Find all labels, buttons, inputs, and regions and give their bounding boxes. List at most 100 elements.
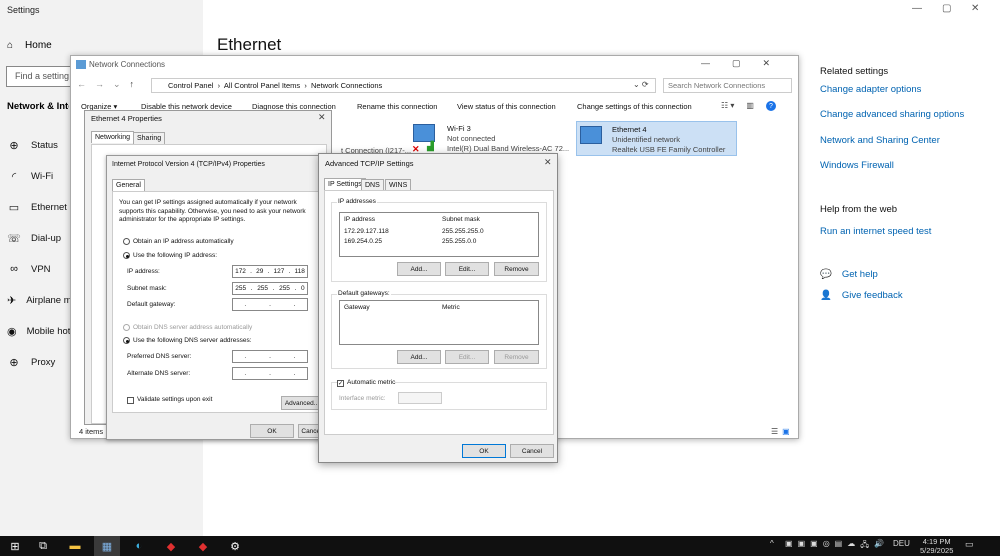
- nav-item-airplane[interactable]: ✈Airplane mode: [7, 294, 77, 307]
- clock[interactable]: 4:19 PM 5/29/2025: [920, 537, 953, 555]
- minimize-button[interactable]: —: [912, 3, 922, 14]
- nav-item-status[interactable]: ⊕ Status: [7, 139, 77, 152]
- link-change-adapter-options[interactable]: Change adapter options: [820, 84, 921, 95]
- change-settings-button[interactable]: Change settings of this connection: [577, 102, 692, 111]
- automatic-metric-checkbox[interactable]: ✓ Automatic metric: [337, 379, 396, 388]
- start-button[interactable]: ⊞: [2, 536, 28, 556]
- ip-edit-button[interactable]: Edit...: [445, 262, 489, 276]
- get-help-link[interactable]: 💬 Get help: [820, 269, 878, 280]
- preview-pane-icon[interactable]: ▥: [746, 101, 754, 111]
- back-arrow-icon[interactable]: ←: [77, 79, 86, 90]
- address-bar[interactable]: Control Panel › All Control Panel Items …: [151, 78, 656, 93]
- connection-item-ethernet4[interactable]: Ethernet 4 Unidentified network Realtek …: [576, 121, 737, 156]
- breadcrumb-control-panel[interactable]: Control Panel: [168, 81, 213, 90]
- tab-sharing[interactable]: Sharing: [133, 132, 166, 144]
- ip-address-field[interactable]: 172. 29. 127. 118: [232, 265, 308, 278]
- view-options-icon[interactable]: ☷ ▾: [721, 101, 734, 111]
- close-button[interactable]: ✕: [763, 58, 771, 69]
- nav-item-vpn[interactable]: ∞ VPN: [7, 263, 77, 275]
- radio-obtain-ip-auto[interactable]: Obtain an IP address automatically: [123, 238, 234, 247]
- tray-app-icon[interactable]: ▣: [810, 539, 818, 553]
- tab-networking[interactable]: Networking: [91, 131, 135, 143]
- tray-app-icon[interactable]: ◎: [823, 539, 830, 553]
- nav-item-proxy[interactable]: ⊕ Proxy: [7, 356, 77, 369]
- remote-app-icon[interactable]: ◆: [158, 536, 184, 556]
- rename-button[interactable]: Rename this connection: [357, 102, 437, 111]
- radio-dns-auto[interactable]: Obtain DNS server address automatically: [123, 324, 252, 333]
- language-indicator[interactable]: DEU: [893, 539, 910, 548]
- ip-row-1-mask[interactable]: 255.255.255.0: [442, 228, 484, 237]
- maximize-button[interactable]: ▢: [942, 3, 951, 14]
- gateway-list[interactable]: Gateway Metric: [339, 300, 539, 345]
- file-explorer-icon[interactable]: ▬: [62, 536, 88, 556]
- link-network-sharing-center[interactable]: Network and Sharing Center: [820, 135, 940, 146]
- checkbox[interactable]: [127, 396, 134, 404]
- close-button[interactable]: ✕: [544, 157, 552, 168]
- ip-add-button[interactable]: Add...: [397, 262, 441, 276]
- network-tray-icon[interactable]: 🖧: [860, 539, 869, 553]
- settings-gear-icon[interactable]: ⚙: [222, 536, 248, 556]
- tab-ip-settings[interactable]: IP Settings: [324, 178, 366, 190]
- link-advanced-sharing[interactable]: Change advanced sharing options: [820, 109, 964, 120]
- cancel-button[interactable]: Cancel: [510, 444, 554, 458]
- ip-address-list[interactable]: IP address Subnet mask 172.29.127.118 25…: [339, 212, 539, 257]
- search-input[interactable]: Search Network Connections: [663, 78, 792, 93]
- remote-app-2-icon[interactable]: ◆: [190, 536, 216, 556]
- details-view-icon[interactable]: ☰: [771, 427, 778, 436]
- nav-item-dialup[interactable]: ☏ Dial-up: [7, 232, 77, 245]
- tab-general[interactable]: General: [112, 179, 145, 191]
- interface-metric-field[interactable]: [398, 392, 442, 404]
- gateway-remove-button[interactable]: Remove: [494, 350, 539, 364]
- gateway-add-button[interactable]: Add...: [397, 350, 441, 364]
- help-icon[interactable]: ?: [765, 101, 776, 111]
- forward-arrow-icon[interactable]: →: [95, 79, 104, 90]
- ip-row-2-mask[interactable]: 255.255.0.0: [442, 238, 476, 247]
- alternate-dns-field[interactable]: ...: [232, 367, 308, 380]
- ip-remove-button[interactable]: Remove: [494, 262, 539, 276]
- view-status-button[interactable]: View status of this connection: [457, 102, 556, 111]
- ok-button[interactable]: OK: [250, 424, 294, 438]
- radio-button[interactable]: [123, 337, 130, 344]
- radio-button[interactable]: [123, 324, 130, 331]
- large-icons-view-icon[interactable]: ▣: [782, 427, 790, 436]
- breadcrumb-network-connections[interactable]: Network Connections: [311, 81, 382, 90]
- ok-button[interactable]: OK: [462, 444, 506, 458]
- close-button[interactable]: ✕: [318, 112, 326, 123]
- link-speed-test[interactable]: Run an internet speed test: [820, 226, 931, 237]
- refresh-icon[interactable]: ⌄ ⟳: [633, 80, 649, 89]
- tray-app-icon[interactable]: ▣: [785, 539, 793, 553]
- volume-icon[interactable]: 🔊: [874, 539, 884, 553]
- up-arrow-icon[interactable]: ↑: [130, 79, 135, 90]
- link-windows-firewall[interactable]: Windows Firewall: [820, 160, 894, 171]
- home-nav-item[interactable]: ⌂ Home: [7, 40, 52, 51]
- maximize-button[interactable]: ▢: [732, 58, 741, 69]
- radio-dns-use-following[interactable]: Use the following DNS server addresses:: [123, 337, 252, 346]
- gateway-field[interactable]: ...: [232, 298, 308, 311]
- breadcrumb-all-items[interactable]: All Control Panel Items: [224, 81, 300, 90]
- nav-item-ethernet[interactable]: ▭ Ethernet: [7, 201, 77, 214]
- minimize-button[interactable]: —: [701, 58, 710, 69]
- notifications-icon[interactable]: ▭: [965, 539, 974, 550]
- edge-icon[interactable]: ◐: [126, 536, 152, 556]
- preferred-dns-field[interactable]: ...: [232, 350, 308, 363]
- checkbox-checked[interactable]: ✓: [337, 379, 344, 387]
- tray-chevron-icon[interactable]: ^: [770, 539, 774, 548]
- ip-row-1-ip[interactable]: 172.29.127.118: [344, 228, 389, 237]
- chevron-down-icon[interactable]: ⌄: [113, 79, 121, 90]
- nav-item-wifi[interactable]: ◜ Wi-Fi: [7, 170, 77, 183]
- ip-row-2-ip[interactable]: 169.254.0.25: [344, 238, 382, 247]
- radio-button[interactable]: [123, 252, 130, 259]
- tray-app-icon[interactable]: ☁: [847, 539, 855, 553]
- task-view-icon[interactable]: ⧉: [30, 536, 56, 556]
- validate-checkbox[interactable]: Validate settings upon exit: [127, 396, 212, 405]
- tray-app-icon[interactable]: ▤: [835, 539, 843, 553]
- close-button[interactable]: ✕: [971, 3, 979, 14]
- gateway-edit-button[interactable]: Edit...: [445, 350, 489, 364]
- advanced-button[interactable]: Advanced...: [281, 396, 323, 410]
- radio-button[interactable]: [123, 238, 130, 245]
- nav-item-hotspot[interactable]: ◉Mobile hotspot: [7, 325, 77, 338]
- radio-use-following-ip[interactable]: Use the following IP address:: [123, 252, 217, 261]
- tray-app-icon[interactable]: ▣: [798, 539, 806, 553]
- give-feedback-link[interactable]: 👤 Give feedback: [820, 290, 903, 301]
- subnet-mask-field[interactable]: 255. 255. 255. 0: [232, 282, 308, 295]
